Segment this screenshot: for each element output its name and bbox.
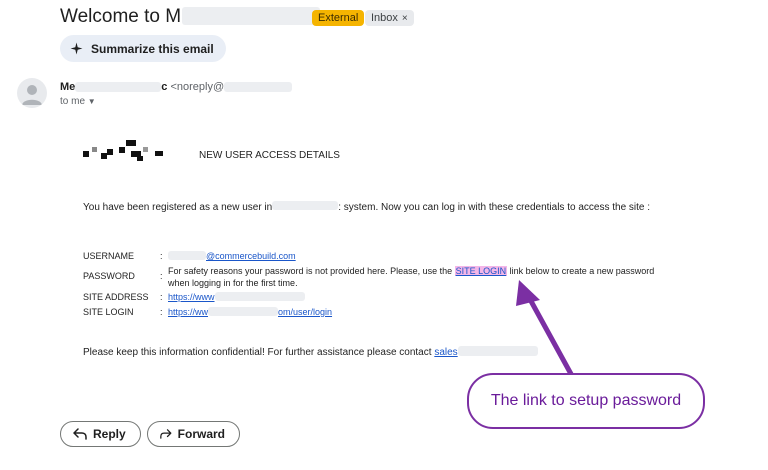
forward-button[interactable]: Forward — [147, 421, 240, 447]
reply-icon — [73, 428, 87, 440]
forward-icon — [160, 429, 172, 439]
reply-button[interactable]: Reply — [60, 421, 141, 447]
forward-label: Forward — [177, 427, 225, 441]
reply-label: Reply — [93, 427, 126, 441]
annotation-callout: The link to setup password — [467, 373, 705, 429]
